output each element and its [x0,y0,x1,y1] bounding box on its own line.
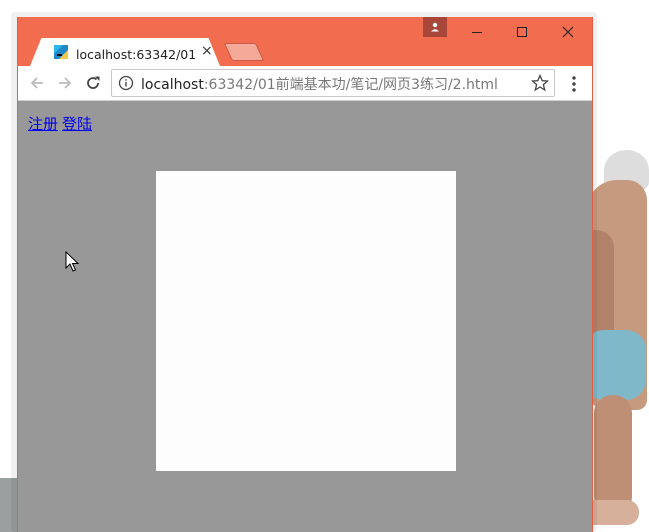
page-nav-links: 注册 登陆 [28,113,96,134]
reload-button[interactable] [83,73,103,93]
url-host: localhost [141,77,204,93]
kebab-menu-icon[interactable] [565,74,583,94]
browser-window: localhost:63342/01前端 × localhost:63342/0… [17,17,593,532]
close-window-button[interactable] [546,17,590,47]
reload-icon [87,76,100,89]
browser-toolbar: localhost:63342/01前端基本功/笔记/网页3练习/2.html [18,66,592,101]
webstorm-favicon-icon [54,45,68,59]
tab-close-button[interactable]: × [201,43,213,59]
person-icon [431,22,439,32]
arrow-right-icon [59,77,72,89]
new-tab-button[interactable] [223,43,265,61]
forward-button[interactable] [55,73,75,93]
url-path: :63342/01前端基本功/笔记/网页3练习/2.html [203,77,498,93]
tab-title: localhost:63342/01前端 [76,47,196,62]
browser-tab-active[interactable]: localhost:63342/01前端 × [30,38,220,66]
minimize-icon [472,32,482,33]
bookmark-star-icon[interactable] [531,74,549,92]
url-text[interactable]: localhost:63342/01前端基本功/笔记/网页3练习/2.html [141,74,498,94]
arrow-left-icon [30,77,43,89]
close-icon [562,26,574,38]
info-icon[interactable] [118,75,134,91]
profile-button[interactable] [423,17,447,37]
mouse-cursor-icon [65,251,79,272]
maximize-button[interactable] [500,17,544,47]
minimize-button[interactable] [455,17,499,47]
register-link[interactable]: 注册 [28,115,58,133]
maximize-icon [517,27,527,37]
white-content-box [156,171,456,471]
back-button[interactable] [27,73,47,93]
address-bar[interactable]: localhost:63342/01前端基本功/笔记/网页3练习/2.html [111,69,555,97]
login-link[interactable]: 登陆 [62,115,92,133]
page-viewport: 注册 登陆 [18,101,592,532]
